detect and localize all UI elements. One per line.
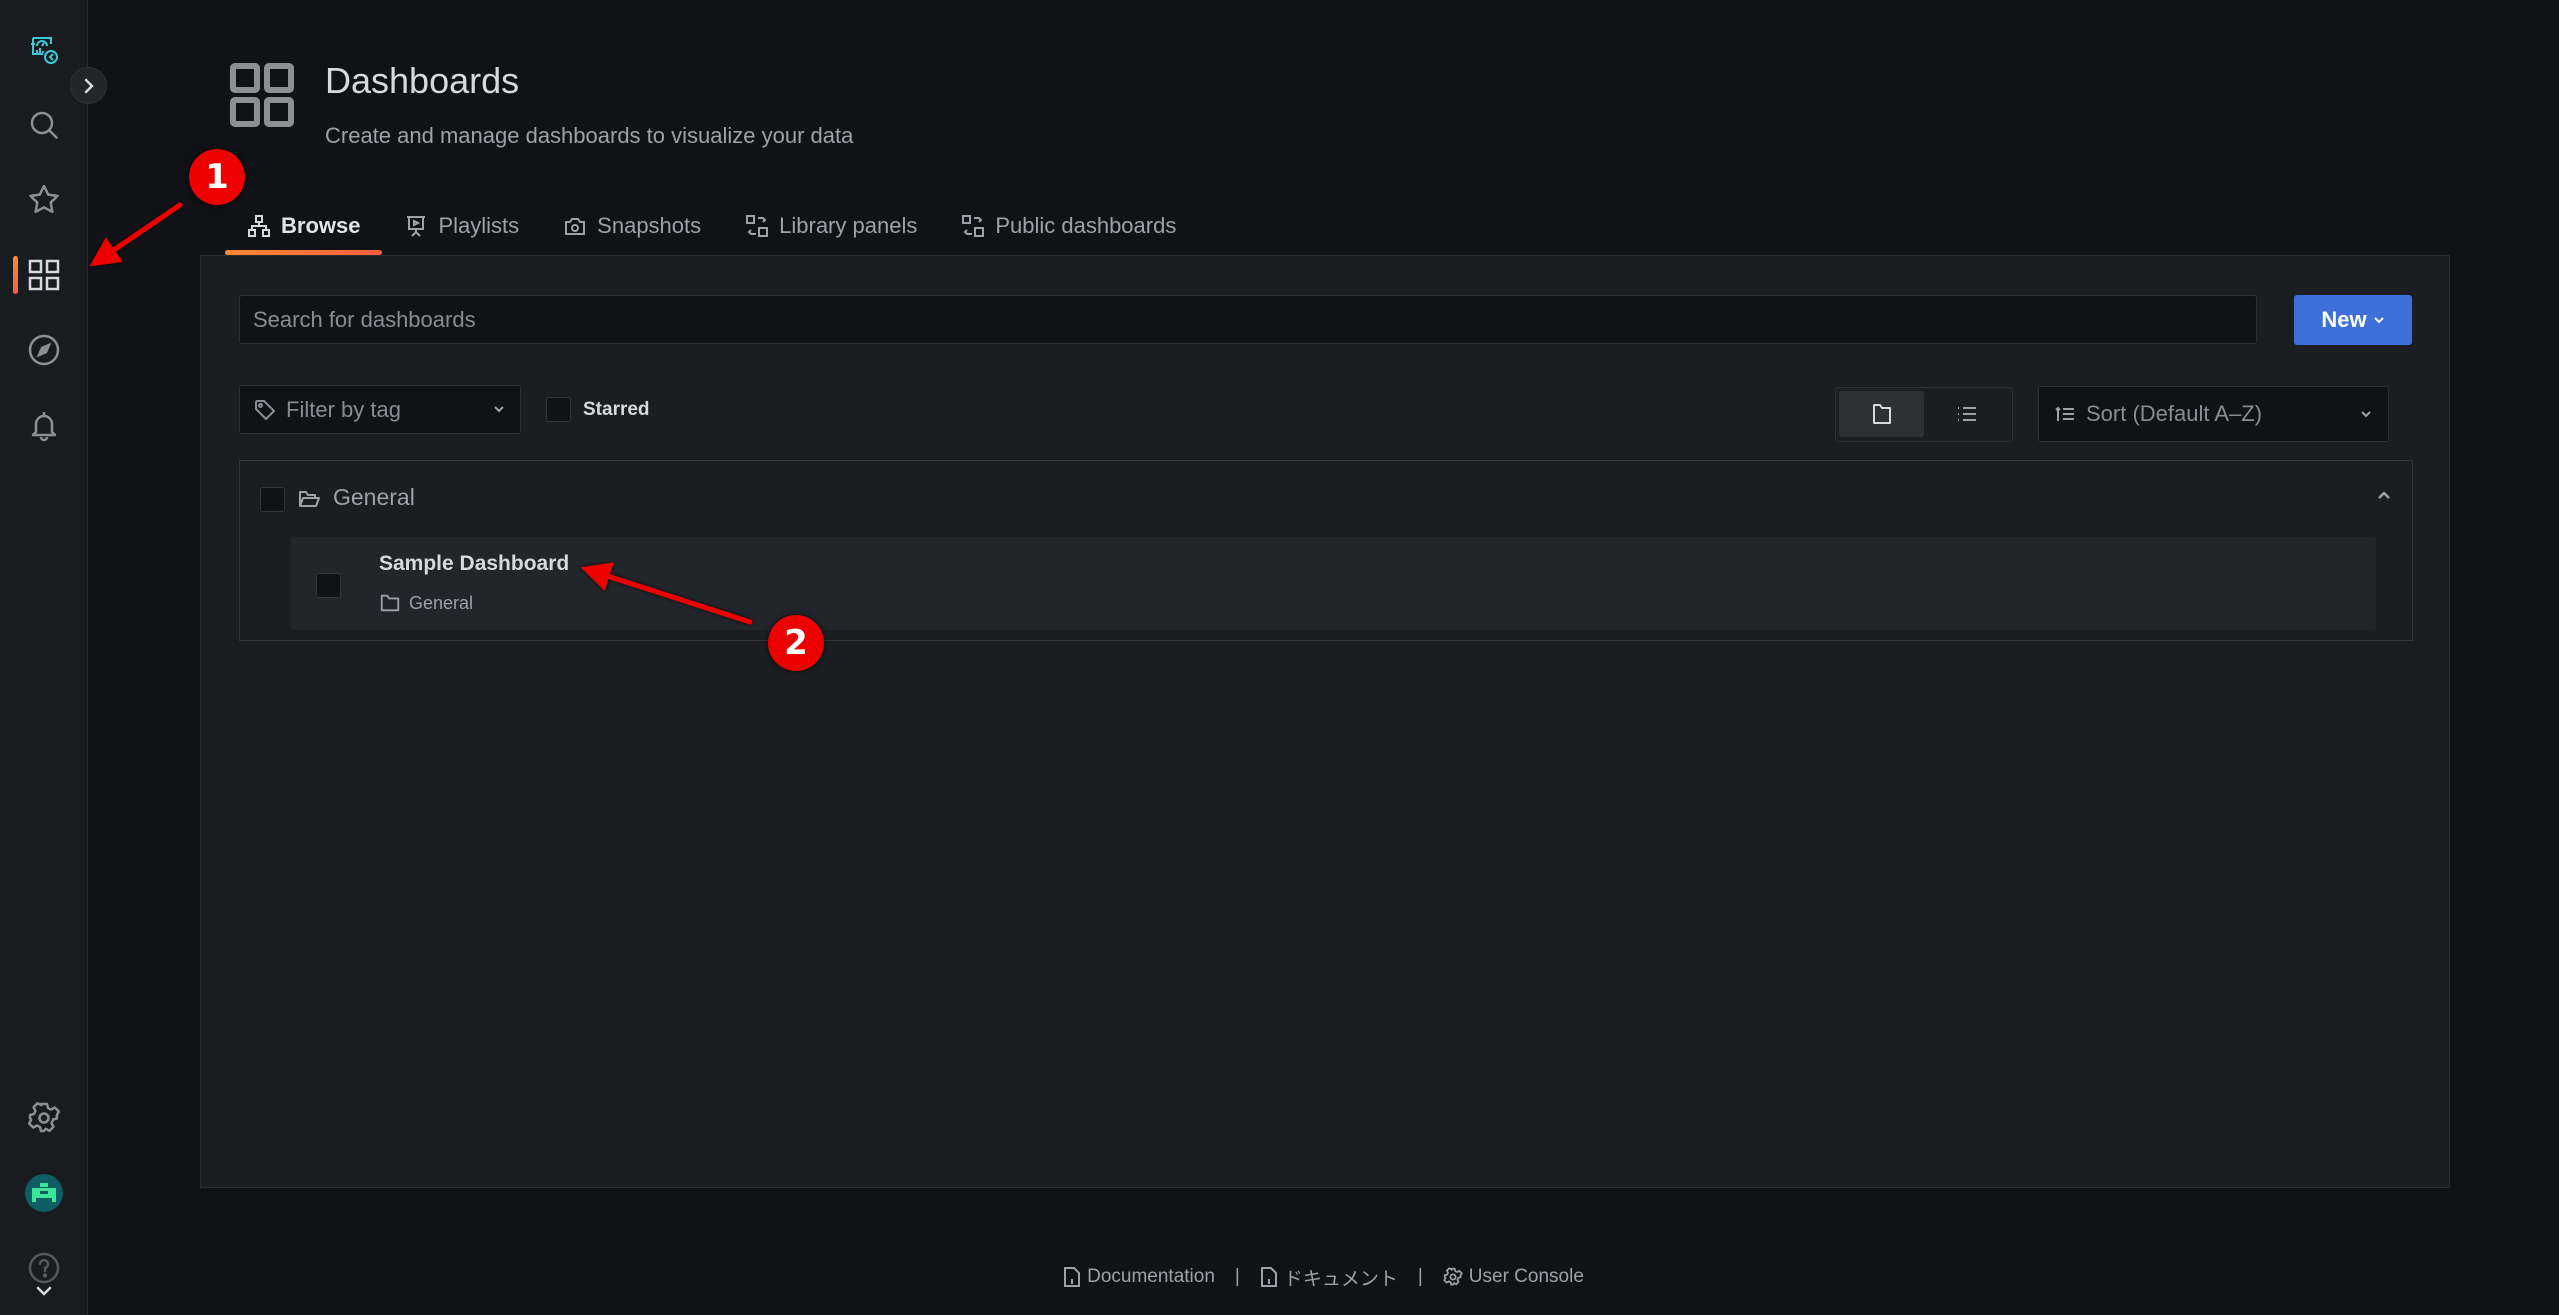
list-view-button[interactable] bbox=[1924, 391, 2009, 437]
chevron-down-icon bbox=[2373, 317, 2384, 324]
sort-select[interactable]: Sort (Default A–Z) bbox=[2038, 386, 2389, 442]
new-button-label: New bbox=[2321, 307, 2367, 332]
tag-filter-placeholder: Filter by tag bbox=[286, 396, 401, 422]
tab-label: Playlists bbox=[438, 213, 520, 238]
starred-label[interactable]: Starred bbox=[583, 397, 650, 422]
footer: Documentation | ドキュメント | User Console bbox=[0, 1262, 2559, 1292]
search-input[interactable] bbox=[239, 295, 2257, 344]
dashboards-grid-icon bbox=[28, 259, 60, 291]
footer-link-label: Documentation bbox=[1087, 1266, 1215, 1287]
grafana-logo-icon bbox=[31, 37, 58, 64]
avatar-icon bbox=[32, 1183, 56, 1202]
folder-title: General bbox=[333, 484, 415, 510]
tab-label: Public dashboards bbox=[995, 213, 1177, 238]
sort-select-value: Sort (Default A–Z) bbox=[2086, 401, 2263, 426]
home-logo-button[interactable] bbox=[24, 30, 64, 70]
compass-icon bbox=[28, 334, 60, 366]
sidebar-item-administration[interactable] bbox=[24, 1098, 64, 1138]
gear-icon bbox=[27, 1101, 61, 1133]
footer-separator: | bbox=[1417, 1266, 1423, 1287]
library-panel-icon bbox=[962, 215, 985, 237]
folder-open-icon bbox=[299, 491, 320, 507]
folder-icon bbox=[1872, 404, 1891, 424]
bell-icon bbox=[31, 412, 57, 442]
chevron-right-icon bbox=[84, 78, 94, 93]
footer-link-documentation-ja[interactable]: ドキュメント bbox=[1260, 1264, 1398, 1291]
tab-bar: Browse Playlists Snapshots Library panel… bbox=[225, 200, 1198, 256]
camera-icon bbox=[565, 218, 586, 235]
tag-icon bbox=[255, 399, 275, 420]
tag-filter-select[interactable]: Filter by tag bbox=[239, 385, 521, 434]
folder-checkbox[interactable] bbox=[260, 487, 285, 512]
view-mode-toggle bbox=[1835, 387, 2013, 442]
presentation-play-icon bbox=[407, 216, 426, 237]
tab-label: Snapshots bbox=[597, 213, 702, 238]
tab-label: Library panels bbox=[779, 213, 918, 238]
tab-playlists[interactable]: Playlists bbox=[382, 200, 541, 252]
tab-public-dashboards[interactable]: Public dashboards bbox=[939, 200, 1198, 252]
tab-library-panels[interactable]: Library panels bbox=[723, 200, 939, 252]
sort-amount-icon bbox=[2055, 406, 2074, 421]
footer-link-documentation[interactable]: Documentation bbox=[1063, 1266, 1215, 1288]
sidebar-item-search[interactable] bbox=[24, 105, 64, 145]
chevron-down-icon bbox=[2361, 410, 2371, 417]
dashboards-page-icon bbox=[230, 63, 294, 127]
library-panel-icon bbox=[746, 215, 769, 237]
folder-section-general: General Sample Dashboard General bbox=[239, 460, 2413, 641]
annotation-badge-2: 2 bbox=[768, 615, 824, 671]
browse-panel: New Filter by tag Starred Sort (Default … bbox=[200, 255, 2450, 1188]
folder-section-header[interactable]: General bbox=[240, 461, 2412, 536]
document-info-icon bbox=[1260, 1267, 1277, 1287]
new-button[interactable]: New bbox=[2294, 295, 2412, 345]
sidebar bbox=[0, 0, 107, 1315]
expand-sidebar-button[interactable] bbox=[70, 67, 107, 104]
annotation-badge-1: 1 bbox=[189, 149, 245, 205]
sidebar-item-starred[interactable] bbox=[24, 180, 64, 220]
tab-browse[interactable]: Browse bbox=[225, 200, 383, 255]
footer-separator: | bbox=[1234, 1266, 1240, 1287]
search-icon bbox=[30, 111, 58, 139]
tab-snapshots[interactable]: Snapshots bbox=[541, 200, 723, 252]
folder-icon bbox=[380, 594, 400, 612]
starred-checkbox[interactable] bbox=[546, 397, 571, 422]
dashboard-checkbox[interactable] bbox=[316, 573, 341, 598]
dashboard-folder-label: General bbox=[379, 592, 473, 614]
chevron-down-icon bbox=[494, 406, 504, 413]
sidebar-item-alerting[interactable] bbox=[24, 405, 64, 445]
active-indicator bbox=[13, 256, 18, 294]
dashboard-list-item[interactable]: Sample Dashboard General bbox=[291, 537, 2376, 630]
footer-link-label: ドキュメント bbox=[1283, 1268, 1398, 1290]
page-subtitle: Create and manage dashboards to visualiz… bbox=[325, 123, 854, 148]
annotation-arrow-1 bbox=[89, 202, 183, 267]
star-icon bbox=[29, 184, 59, 214]
footer-link-label: User Console bbox=[1468, 1266, 1584, 1287]
tab-label: Browse bbox=[281, 213, 361, 238]
hierarchy-icon bbox=[248, 215, 270, 237]
dashboard-title[interactable]: Sample Dashboard bbox=[379, 552, 569, 576]
footer-link-user-console[interactable]: User Console bbox=[1442, 1266, 1584, 1288]
folder-view-button[interactable] bbox=[1839, 391, 1924, 437]
list-icon bbox=[1957, 407, 1976, 421]
user-avatar[interactable] bbox=[25, 1174, 63, 1212]
document-info-icon bbox=[1064, 1267, 1081, 1287]
sidebar-item-explore[interactable] bbox=[24, 330, 64, 370]
sidebar-item-dashboards[interactable] bbox=[24, 255, 64, 295]
dashboard-folder-name: General bbox=[409, 592, 474, 613]
page-title: Dashboards bbox=[325, 60, 520, 101]
chevron-up-icon[interactable] bbox=[2376, 489, 2392, 501]
gear-icon bbox=[1442, 1267, 1463, 1286]
